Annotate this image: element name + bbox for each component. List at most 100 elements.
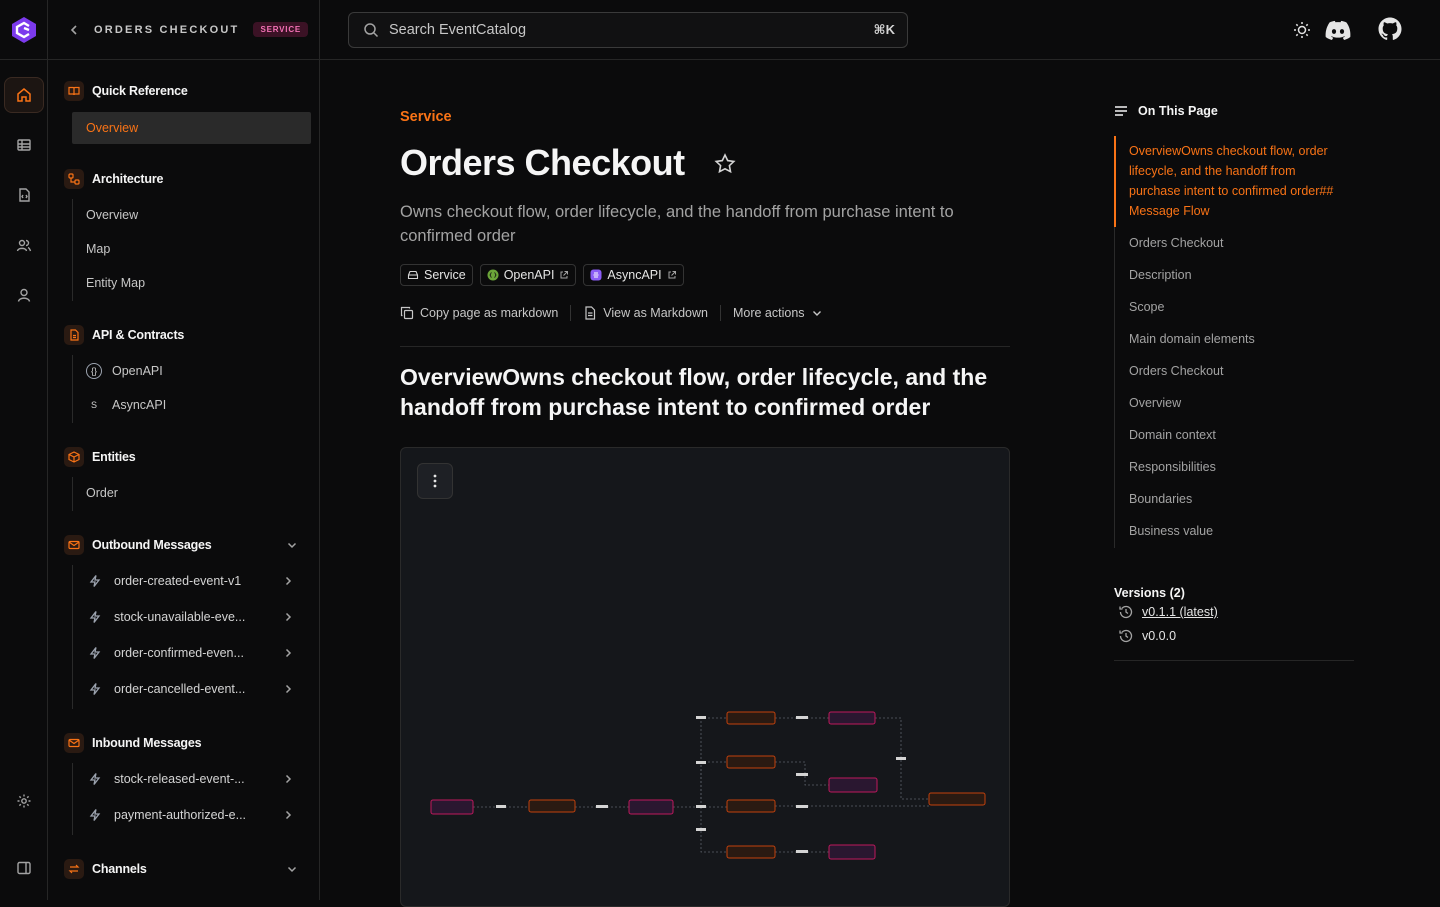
toc-item[interactable]: Scope	[1129, 300, 1164, 314]
external-link-icon	[559, 270, 569, 280]
message-payment-authorized[interactable]: payment-authorized-e...	[88, 808, 298, 822]
sidebar-item-openapi[interactable]: {} OpenAPI	[86, 363, 163, 379]
sidebar-nav: ORDERS CHECKOUT SERVICE Quick Reference …	[48, 0, 320, 900]
toc-item[interactable]: Orders Checkout	[1129, 236, 1223, 250]
history-icon	[1118, 604, 1134, 620]
users-icon[interactable]	[4, 227, 44, 263]
file-text-icon	[583, 306, 597, 320]
section-channels[interactable]: Channels	[64, 859, 297, 879]
openapi-icon	[487, 269, 499, 281]
toc-item-active[interactable]: OverviewOwns checkout flow, order lifecy…	[1129, 141, 1349, 221]
chevron-right-icon[interactable]	[282, 647, 294, 659]
sidebar-item-architecture-overview[interactable]: Overview	[86, 208, 138, 222]
chevron-right-icon[interactable]	[282, 773, 294, 785]
search-icon	[363, 22, 379, 38]
history-icon	[1118, 628, 1134, 644]
page-title: Orders Checkout	[400, 142, 685, 183]
user-icon[interactable]	[4, 277, 44, 313]
toc-item[interactable]: Main domain elements	[1129, 332, 1255, 346]
bolt-icon	[88, 682, 102, 696]
toc-item[interactable]: Orders Checkout	[1129, 364, 1223, 378]
page-description: Owns checkout flow, order lifecycle, and…	[400, 203, 954, 245]
book-icon	[64, 81, 84, 101]
toc-item[interactable]: Boundaries	[1129, 492, 1192, 506]
section-architecture[interactable]: Architecture	[64, 169, 163, 189]
message-order-created[interactable]: order-created-event-v1	[88, 574, 298, 588]
more-actions-button[interactable]: More actions	[733, 306, 823, 320]
arrows-exchange-icon	[64, 859, 84, 879]
star-icon[interactable]	[714, 153, 736, 175]
chevron-right-icon[interactable]	[282, 611, 294, 623]
section-quick-reference[interactable]: Quick Reference	[64, 81, 188, 101]
discord-icon[interactable]	[1325, 20, 1351, 40]
message-order-cancelled[interactable]: order-cancelled-event...	[88, 682, 298, 696]
toc-list: OverviewOwns checkout flow, order lifecy…	[1114, 136, 1354, 548]
sidebar-item-asyncapi[interactable]: S AsyncAPI	[86, 397, 166, 413]
github-icon[interactable]	[1378, 17, 1402, 41]
version-item[interactable]: v0.0.0	[1118, 628, 1176, 644]
sidebar-item-map[interactable]: Map	[86, 242, 110, 256]
toc-item[interactable]: Description	[1129, 268, 1192, 282]
asyncapi-icon: S	[90, 400, 97, 410]
mail-icon	[64, 535, 84, 555]
chevron-right-icon[interactable]	[282, 683, 294, 695]
home-icon[interactable]	[4, 77, 44, 113]
sidebar-title[interactable]: ORDERS CHECKOUT	[94, 24, 239, 36]
message-order-confirmed[interactable]: order-confirmed-even...	[88, 646, 298, 660]
message-flow-diagram[interactable]	[400, 447, 1010, 907]
toc-item[interactable]: Domain context	[1129, 428, 1216, 442]
icon-rail	[0, 0, 48, 900]
openapi-chip[interactable]: OpenAPI	[479, 264, 577, 286]
message-stock-released[interactable]: stock-released-event-...	[88, 772, 298, 786]
bolt-icon	[88, 808, 102, 822]
service-badge: SERVICE	[253, 22, 309, 37]
settings-icon[interactable]	[4, 783, 44, 819]
sun-icon[interactable]	[1292, 20, 1312, 40]
chevron-right-icon[interactable]	[282, 809, 294, 821]
architecture-icon	[64, 169, 84, 189]
page-actions: Copy page as markdown View as Markdown M…	[400, 305, 847, 321]
toc-item[interactable]: Responsibilities	[1129, 460, 1216, 474]
chevron-right-icon[interactable]	[282, 575, 294, 587]
toc-item[interactable]: Overview	[1129, 396, 1181, 410]
search-input[interactable]	[389, 22, 829, 38]
section-outbound-messages[interactable]: Outbound Messages	[64, 535, 297, 555]
section-heading: OverviewOwns checkout flow, order lifecy…	[400, 364, 988, 420]
chevron-down-icon[interactable]	[286, 863, 298, 875]
badge-row: Service OpenAPI AsyncAPI	[400, 264, 684, 286]
table-icon[interactable]	[4, 127, 44, 163]
version-latest[interactable]: v0.1.1 (latest)	[1118, 604, 1218, 620]
asyncapi-chip[interactable]: AsyncAPI	[583, 264, 684, 286]
asyncapi-icon	[590, 269, 602, 281]
section-inbound-messages[interactable]: Inbound Messages	[64, 733, 202, 753]
section-entities[interactable]: Entities	[64, 447, 136, 467]
sidebar-item-overview[interactable]: Overview	[72, 112, 311, 144]
sidebar-item-entity-map[interactable]: Entity Map	[86, 276, 145, 290]
collapse-sidebar-icon[interactable]	[4, 850, 44, 886]
view-markdown-button[interactable]: View as Markdown	[583, 306, 708, 320]
section-api-contracts[interactable]: API & Contracts	[64, 325, 184, 345]
flow-graph	[430, 711, 986, 860]
mail-icon	[64, 733, 84, 753]
versions-title: Versions (2)	[1114, 586, 1185, 600]
chevron-down-icon	[811, 307, 823, 319]
sidebar-item-order[interactable]: Order	[86, 486, 118, 500]
chevron-left-icon[interactable]	[68, 24, 80, 36]
file-code-icon[interactable]	[4, 177, 44, 213]
toc-item[interactable]: Business value	[1129, 524, 1213, 538]
openapi-icon: {}	[86, 363, 102, 379]
sidebar-header: ORDERS CHECKOUT SERVICE	[48, 0, 319, 60]
message-stock-unavailable[interactable]: stock-unavailable-eve...	[88, 610, 298, 624]
bolt-icon	[88, 646, 102, 660]
bolt-icon	[88, 610, 102, 624]
top-bar: ⌘K	[320, 0, 1440, 60]
eventcatalog-logo-icon[interactable]	[9, 15, 39, 45]
service-chip: Service	[400, 264, 473, 286]
bolt-icon	[88, 574, 102, 588]
search-box[interactable]: ⌘K	[348, 12, 908, 48]
copy-markdown-button[interactable]: Copy page as markdown	[400, 306, 558, 320]
list-icon	[1114, 104, 1128, 118]
external-link-icon	[667, 270, 677, 280]
chevron-down-icon[interactable]	[286, 539, 298, 551]
copy-icon	[400, 306, 414, 320]
